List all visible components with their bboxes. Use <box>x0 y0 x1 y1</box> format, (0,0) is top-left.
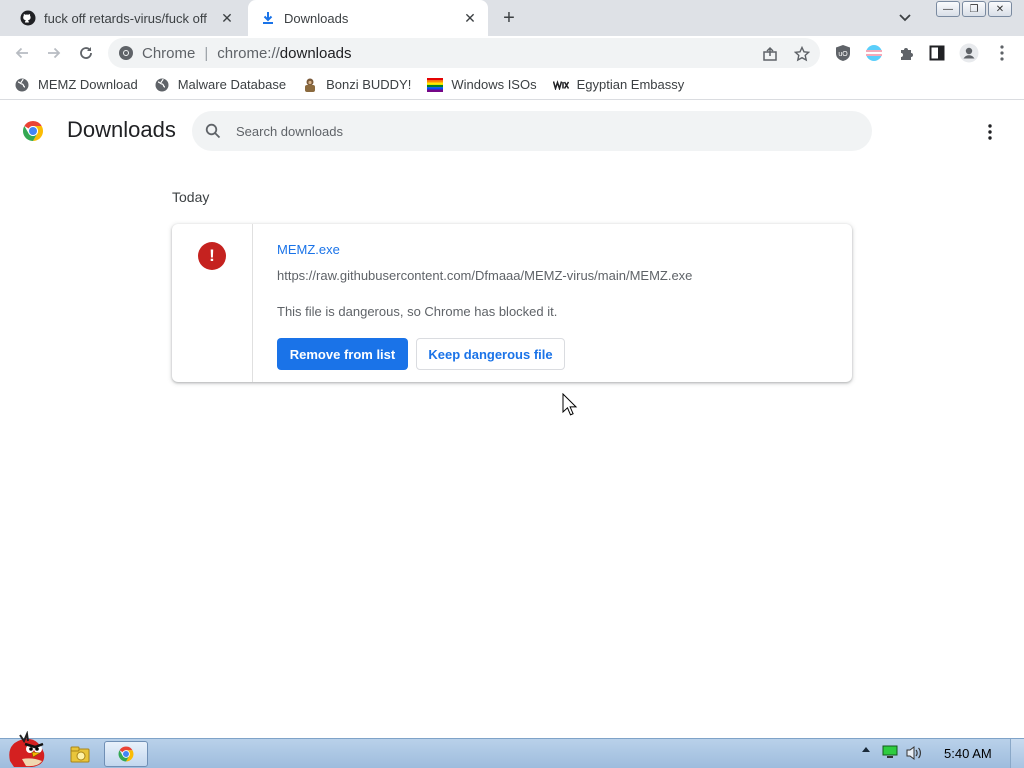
tab-github[interactable]: fuck off retards-virus/fuck off ✕ <box>8 0 245 36</box>
chrome-logo-icon <box>21 119 45 143</box>
tab-strip: fuck off retards-virus/fuck off ✕ Downlo… <box>0 0 1024 36</box>
search-bar[interactable] <box>192 111 872 151</box>
download-status-text: This file is dangerous, so Chrome has bl… <box>277 304 558 319</box>
tab-title: Downloads <box>284 10 349 26</box>
section-date-header: Today <box>172 189 210 205</box>
more-actions-icon[interactable] <box>979 121 1001 143</box>
volume-icon[interactable] <box>904 745 924 761</box>
close-icon[interactable]: ✕ <box>217 8 237 28</box>
danger-warning-icon: ! <box>198 242 226 270</box>
globe-icon <box>14 77 30 93</box>
taskbar-clock[interactable]: 5:40 AM <box>944 746 992 761</box>
restore-button[interactable]: ❐ <box>962 1 986 17</box>
start-button-angry-bird-icon[interactable] <box>2 730 48 768</box>
kebab-menu-icon[interactable] <box>991 42 1013 64</box>
profile-avatar-icon[interactable] <box>958 42 980 64</box>
chrome-site-icon <box>118 45 134 61</box>
download-item-card: ! MEMZ.exe https://raw.githubusercontent… <box>172 224 852 382</box>
share-icon[interactable] <box>761 45 779 63</box>
download-icon-column: ! <box>172 224 253 382</box>
url-scheme: chrome:// <box>217 44 280 62</box>
reload-button[interactable] <box>74 41 98 65</box>
close-window-button[interactable]: ✕ <box>988 1 1012 17</box>
downloads-header: Downloads <box>0 101 1024 161</box>
toolbar: Chrome | chrome://downloads uO <box>0 36 1024 70</box>
keep-dangerous-file-button[interactable]: Keep dangerous file <box>416 338 565 370</box>
page-title: Downloads <box>67 117 176 142</box>
bookmark-label: Egyptian Embassy <box>576 77 685 92</box>
bookmark-label: Windows ISOs <box>451 77 537 92</box>
ublock-icon[interactable]: uO <box>832 42 854 64</box>
show-desktop-button[interactable] <box>1010 739 1024 768</box>
bookmarks-bar: MEMZ Download Malware Database Bonzi BUD… <box>0 70 1024 100</box>
bookmark-memz-download[interactable]: MEMZ Download <box>14 77 138 93</box>
extension-flag-icon[interactable] <box>863 42 885 64</box>
svg-text:uO: uO <box>838 51 848 58</box>
file-source-url[interactable]: https://raw.githubusercontent.com/Dfmaaa… <box>277 268 692 283</box>
github-icon <box>20 10 36 26</box>
tab-downloads[interactable]: Downloads ✕ <box>248 0 488 36</box>
puzzle-icon[interactable] <box>895 42 917 64</box>
site-label: Chrome <box>142 44 196 62</box>
search-icon <box>204 122 222 140</box>
bookmark-windows-isos[interactable]: Windows ISOs <box>427 77 537 93</box>
address-bar[interactable]: Chrome | chrome://downloads <box>108 38 820 68</box>
bookmark-label: Malware Database <box>177 77 287 92</box>
network-icon[interactable] <box>882 745 898 759</box>
search-input[interactable] <box>236 123 796 139</box>
bookmark-malware-database[interactable]: Malware Database <box>154 77 286 93</box>
back-button[interactable] <box>10 41 34 65</box>
bookmark-label: Bonzi BUDDY! <box>326 77 412 92</box>
file-name-link[interactable]: MEMZ.exe <box>277 242 340 257</box>
bonzi-icon <box>302 77 318 93</box>
wix-icon <box>552 77 569 93</box>
chevron-down-icon[interactable] <box>896 9 914 27</box>
rainbow-flag-icon <box>427 77 444 93</box>
mouse-cursor-icon <box>562 392 578 417</box>
arrow-right-icon <box>48 47 61 59</box>
window-controls: — ❐ ✕ <box>936 1 1012 17</box>
bookmark-egyptian-embassy[interactable]: Egyptian Embassy <box>552 77 685 93</box>
star-icon[interactable] <box>793 45 811 63</box>
minimize-button[interactable]: — <box>936 1 960 17</box>
forward-button[interactable] <box>42 41 66 65</box>
side-panel-icon[interactable] <box>926 42 948 64</box>
taskbar-chrome-button[interactable] <box>104 741 148 767</box>
file-explorer-icon[interactable] <box>66 741 94 767</box>
arrow-left-icon <box>15 47 28 59</box>
new-tab-button[interactable]: + <box>498 7 520 29</box>
url-host: downloads <box>279 44 352 62</box>
bookmark-bonzi-buddy[interactable]: Bonzi BUDDY! <box>302 77 411 93</box>
omnibox-separator: | <box>204 44 209 62</box>
download-icon <box>260 10 276 26</box>
tab-title: fuck off retards-virus/fuck off <box>44 10 207 26</box>
globe-icon <box>154 77 170 93</box>
reload-icon <box>80 47 92 59</box>
taskbar: 5:40 AM <box>0 730 1024 768</box>
remove-from-list-button[interactable]: Remove from list <box>277 338 408 370</box>
chrome-icon <box>118 746 134 762</box>
bookmark-label: MEMZ Download <box>38 77 138 92</box>
tray-expand-icon[interactable] <box>860 745 872 753</box>
close-icon[interactable]: ✕ <box>460 8 480 28</box>
